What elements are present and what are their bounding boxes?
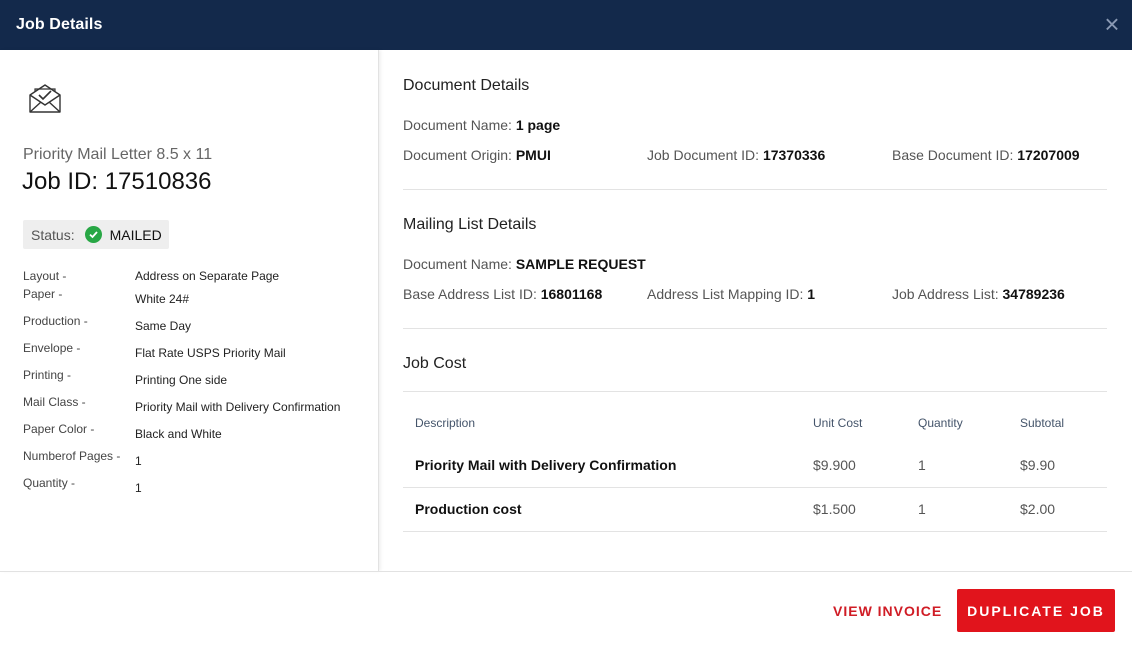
table-cell-description: Production cost: [415, 501, 522, 517]
address-list-mapping-id-value: 1: [807, 286, 816, 302]
base-document-id-field: Base Document ID: 17207009: [892, 147, 1080, 163]
table-row-divider: [403, 531, 1107, 532]
base-address-list-id-field: Base Address List ID: 16801168: [403, 286, 602, 302]
spec-value-layout: Address on Separate Page: [135, 269, 280, 283]
close-icon[interactable]: ×: [1100, 11, 1124, 39]
job-address-list-field: Job Address List: 34789236: [892, 286, 1065, 302]
base-document-id-value: 17207009: [1017, 147, 1080, 163]
spec-value-paper: White 24#: [135, 292, 190, 306]
base-address-list-id-value: 16801168: [540, 286, 603, 302]
spec-value-envelope: Flat Rate USPS Priority Mail: [135, 346, 286, 360]
spec-value-paper-color: Black and White: [135, 427, 222, 441]
product-name: Priority Mail Letter 8.5 x 11: [23, 146, 213, 163]
document-origin-field: Document Origin: PMUI: [403, 147, 551, 163]
column-header-unit-cost: Unit Cost: [813, 416, 863, 430]
spec-value-quantity: 1: [135, 481, 142, 495]
spec-label-quantity: Quantity -: [23, 476, 76, 490]
mailing-list-details-title: Mailing List Details: [403, 216, 537, 233]
document-origin-label: Document Origin:: [403, 147, 512, 163]
mailing-document-name-value: SAMPLE REQUEST: [515, 256, 646, 272]
spec-label-number-of-pages: Numberof Pages -: [23, 449, 121, 463]
job-address-list-label: Job Address List:: [892, 286, 999, 302]
job-document-id-value: 17370336: [762, 147, 826, 163]
base-document-id-label: Base Document ID:: [892, 147, 1014, 163]
spec-label-paper: Paper -: [23, 287, 63, 301]
job-id: Job ID: 17510836: [22, 168, 212, 195]
envelope-check-icon: [29, 84, 61, 113]
spec-value-production: Same Day: [135, 319, 192, 333]
spec-label-layout: Layout -: [23, 269, 67, 283]
status-badge: Status: MAILED: [23, 220, 169, 249]
table-cell-description: Priority Mail with Delivery Confirmation: [415, 457, 677, 473]
spec-label-mail-class: Mail Class -: [23, 395, 86, 409]
mailing-document-name-field: Document Name: SAMPLE REQUEST: [403, 256, 646, 272]
document-name-label: Document Name:: [403, 117, 512, 133]
document-name-value: 1 page: [515, 117, 561, 133]
document-details-title: Document Details: [403, 77, 530, 94]
spec-value-number-of-pages: 1: [135, 454, 142, 468]
table-cell-unit-cost: $9.900: [813, 457, 856, 473]
view-invoice-link[interactable]: VIEW INVOICE: [833, 603, 942, 619]
spec-value-mail-class: Priority Mail with Delivery Confirmation: [135, 400, 341, 414]
modal-title: Job Details: [16, 16, 103, 33]
address-list-mapping-id-field: Address List Mapping ID: 1: [647, 286, 815, 302]
divider: [403, 189, 1107, 190]
divider: [403, 391, 1107, 392]
modal-footer: VIEW INVOICE DUPLICATE JOB: [0, 571, 1132, 652]
job-address-list-value: 34789236: [1002, 286, 1065, 302]
mailing-document-name-label: Document Name:: [403, 256, 512, 272]
table-cell-quantity: 1: [918, 457, 926, 473]
check-circle-icon: [84, 226, 102, 243]
spec-label-production: Production -: [23, 314, 88, 328]
table-cell-subtotal: $9.90: [1020, 457, 1056, 473]
document-name-field: Document Name: 1 page: [403, 117, 560, 133]
table-cell-unit-cost: $1.500: [813, 501, 856, 517]
table-cell-quantity: 1: [918, 501, 926, 517]
spec-label-printing: Printing -: [23, 368, 72, 382]
divider: [403, 328, 1107, 329]
job-document-id-field: Job Document ID: 17370336: [647, 147, 825, 163]
status-value: MAILED: [109, 226, 162, 243]
column-header-quantity: Quantity: [918, 416, 963, 430]
job-cost-title: Job Cost: [403, 355, 467, 372]
base-address-list-id-label: Base Address List ID:: [403, 286, 537, 302]
spec-label-envelope: Envelope -: [23, 341, 81, 355]
table-cell-subtotal: $2.00: [1020, 501, 1056, 517]
spec-value-printing: Printing One side: [135, 373, 228, 387]
spec-label-paper-color: Paper Color -: [23, 422, 95, 436]
column-header-subtotal: Subtotal: [1020, 416, 1065, 430]
status-label: Status:: [31, 226, 75, 243]
job-document-id-label: Job Document ID:: [647, 147, 760, 163]
job-summary-panel: Priority Mail Letter 8.5 x 11 Job ID: 17…: [0, 50, 379, 571]
column-header-description: Description: [415, 416, 476, 430]
duplicate-job-button[interactable]: DUPLICATE JOB: [957, 589, 1115, 632]
address-list-mapping-id-label: Address List Mapping ID:: [647, 286, 804, 302]
document-origin-value: PMUI: [515, 147, 551, 163]
table-row-divider: [403, 487, 1107, 488]
modal-header: Job Details ×: [0, 0, 1132, 50]
